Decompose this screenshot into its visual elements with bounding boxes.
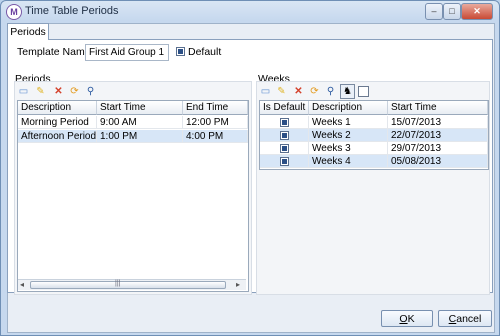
cell-description: Weeks 2 bbox=[309, 129, 388, 142]
new-icon[interactable]: ▭ bbox=[260, 86, 271, 97]
app-icon: M bbox=[6, 4, 22, 20]
scroll-right-icon[interactable]: ▸ bbox=[236, 280, 240, 290]
default-checkbox[interactable] bbox=[176, 47, 185, 56]
find-icon[interactable]: ⚲ bbox=[325, 86, 336, 97]
table-row[interactable]: Weeks 2 22/07/2013 bbox=[260, 129, 488, 142]
periods-grid: Description Start Time End Time Morning … bbox=[17, 100, 249, 292]
default-label: Default bbox=[188, 46, 222, 58]
cell-start-time: 15/07/2013 bbox=[388, 116, 488, 129]
column-header-start-time[interactable]: Start Time bbox=[388, 101, 488, 115]
scroll-thumb[interactable]: ||| bbox=[30, 280, 226, 289]
cell-is-default bbox=[260, 142, 309, 155]
find-icon[interactable]: ⚲ bbox=[85, 86, 96, 97]
edit-icon[interactable]: ✎ bbox=[276, 86, 287, 97]
cell-end-time: 4:00 PM bbox=[183, 130, 248, 143]
is-default-checkbox[interactable] bbox=[280, 131, 289, 140]
table-row[interactable]: Weeks 4 05/08/2013 bbox=[260, 155, 488, 168]
minimize-button[interactable]: – bbox=[425, 3, 443, 20]
table-row[interactable]: Morning Period 9:00 AM 12:00 PM bbox=[18, 116, 248, 129]
ok-label: K bbox=[407, 313, 415, 325]
column-header-description[interactable]: Description bbox=[309, 101, 388, 115]
cell-description: Morning Period bbox=[18, 116, 97, 129]
column-header-end-time[interactable]: End Time bbox=[183, 101, 248, 115]
maximize-button[interactable]: □ bbox=[443, 3, 461, 20]
window: M Time Table Periods – □ ✕ Periods Templ… bbox=[0, 0, 500, 336]
chess-knight-icon[interactable]: ♞ bbox=[340, 84, 355, 99]
cell-is-default bbox=[260, 155, 309, 168]
refresh-icon[interactable]: ⟳ bbox=[69, 86, 80, 97]
cell-start-time: 22/07/2013 bbox=[388, 129, 488, 142]
checkbox-icon[interactable] bbox=[358, 86, 369, 97]
cell-description: Afternoon Period bbox=[18, 130, 97, 143]
template-name-label: Template Name bbox=[17, 46, 91, 58]
edit-icon[interactable]: ✎ bbox=[35, 86, 46, 97]
cancel-button[interactable]: Cancel bbox=[438, 310, 492, 327]
column-header-description[interactable]: Description bbox=[18, 101, 97, 115]
is-default-checkbox[interactable] bbox=[280, 144, 289, 153]
ok-accesskey: O bbox=[399, 313, 408, 325]
scroll-grip: ||| bbox=[115, 280, 121, 287]
cell-start-time: 05/08/2013 bbox=[388, 155, 488, 168]
cell-description: Weeks 1 bbox=[309, 116, 388, 129]
table-row[interactable]: Weeks 1 15/07/2013 bbox=[260, 116, 488, 129]
cell-start-time: 1:00 PM bbox=[97, 130, 183, 143]
new-icon[interactable]: ▭ bbox=[18, 86, 29, 97]
window-title: Time Table Periods bbox=[25, 5, 119, 17]
refresh-icon[interactable]: ⟳ bbox=[309, 86, 320, 97]
table-row[interactable]: Afternoon Period 1:00 PM 4:00 PM bbox=[18, 130, 248, 143]
template-name-input[interactable]: First Aid Group 1 bbox=[85, 44, 169, 61]
periods-horizontal-scrollbar[interactable]: ◂ ||| ▸ bbox=[18, 279, 246, 290]
delete-icon[interactable]: ✕ bbox=[293, 86, 304, 97]
scroll-left-icon[interactable]: ◂ bbox=[20, 280, 24, 290]
column-header-start-time[interactable]: Start Time bbox=[97, 101, 183, 115]
cell-description: Weeks 4 bbox=[309, 155, 388, 168]
cell-is-default bbox=[260, 116, 309, 129]
cell-start-time: 9:00 AM bbox=[97, 116, 183, 129]
is-default-checkbox[interactable] bbox=[280, 157, 289, 166]
title-bar[interactable]: M Time Table Periods – □ ✕ bbox=[1, 1, 499, 23]
is-default-checkbox[interactable] bbox=[280, 118, 289, 127]
tab-periods[interactable]: Periods bbox=[7, 23, 49, 40]
delete-icon[interactable]: ✕ bbox=[53, 86, 64, 97]
weeks-grid: Is Default Description Start Time Weeks … bbox=[259, 100, 489, 170]
cell-start-time: 29/07/2013 bbox=[388, 142, 488, 155]
column-header-is-default[interactable]: Is Default bbox=[260, 101, 309, 115]
cancel-label: ancel bbox=[456, 313, 482, 325]
ok-button[interactable]: OK bbox=[381, 310, 433, 327]
cell-end-time: 12:00 PM bbox=[183, 116, 248, 129]
close-button[interactable]: ✕ bbox=[461, 3, 493, 20]
table-row[interactable]: Weeks 3 29/07/2013 bbox=[260, 142, 488, 155]
cell-is-default bbox=[260, 129, 309, 142]
cell-description: Weeks 3 bbox=[309, 142, 388, 155]
